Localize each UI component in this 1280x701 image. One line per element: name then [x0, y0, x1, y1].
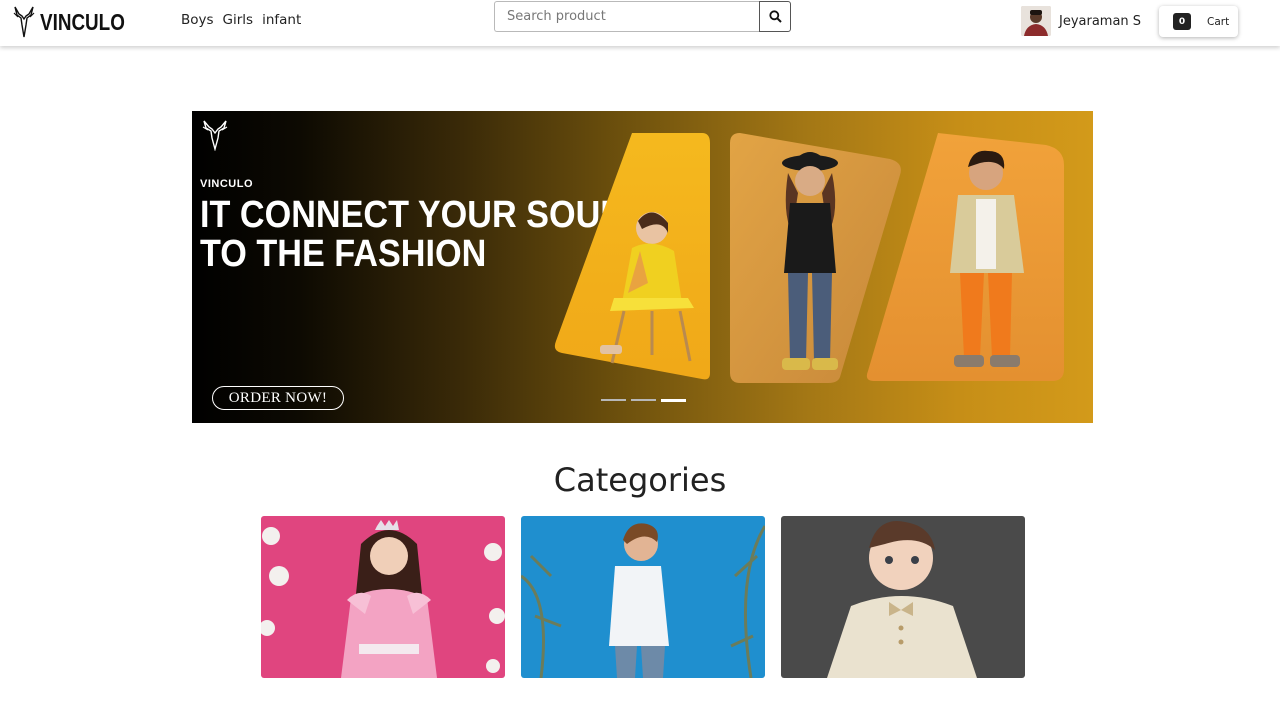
search-icon [768, 10, 782, 23]
avatar [1021, 6, 1051, 36]
user-name: Jeyaraman S [1059, 13, 1142, 29]
deer-logo-icon [202, 120, 228, 151]
carousel-indicator-3[interactable] [661, 399, 686, 402]
brand-logo-link[interactable]: VINCULO [12, 4, 144, 40]
user-menu[interactable]: Jeyaraman S [1021, 6, 1141, 36]
category-image-boys [521, 516, 765, 678]
search-button[interactable] [759, 1, 791, 32]
category-nav: Boys Girls infant [181, 12, 301, 28]
hero-banner[interactable]: VINCULO IT CONNECT YOUR SOUL TO THE FASH… [192, 111, 1093, 423]
nav-link-infant[interactable]: infant [262, 12, 301, 28]
category-image-girls [261, 516, 505, 678]
order-now-button[interactable]: ORDER NOW! [212, 386, 344, 410]
carousel-indicator-1[interactable] [601, 399, 626, 401]
deer-logo-icon [13, 6, 35, 38]
carousel-indicators [601, 399, 686, 402]
nav-link-girls[interactable]: Girls [223, 12, 254, 28]
cart-count-badge: 0 [1173, 13, 1191, 30]
category-image-infant [781, 516, 1025, 678]
nav-link-boys[interactable]: Boys [181, 12, 214, 28]
banner-photo-boy-jacket [866, 133, 1064, 381]
category-card-infant[interactable] [781, 516, 1025, 678]
categories-heading: Categories [553, 461, 727, 499]
category-card-boys[interactable] [521, 516, 765, 678]
carousel-indicator-2[interactable] [631, 399, 656, 401]
cart-label: Cart [1207, 15, 1230, 28]
brand-name: VINCULO [40, 8, 125, 35]
banner-brand: VINCULO [200, 178, 253, 190]
category-card-girls[interactable] [261, 516, 505, 678]
search-input[interactable] [494, 1, 759, 32]
banner-photo-girl-chair [554, 133, 710, 380]
cart-button[interactable]: 0 Cart [1159, 6, 1238, 37]
search-bar [494, 1, 791, 32]
navbar: VINCULO Boys Girls infant Jeyaraman S 0 … [0, 0, 1280, 46]
